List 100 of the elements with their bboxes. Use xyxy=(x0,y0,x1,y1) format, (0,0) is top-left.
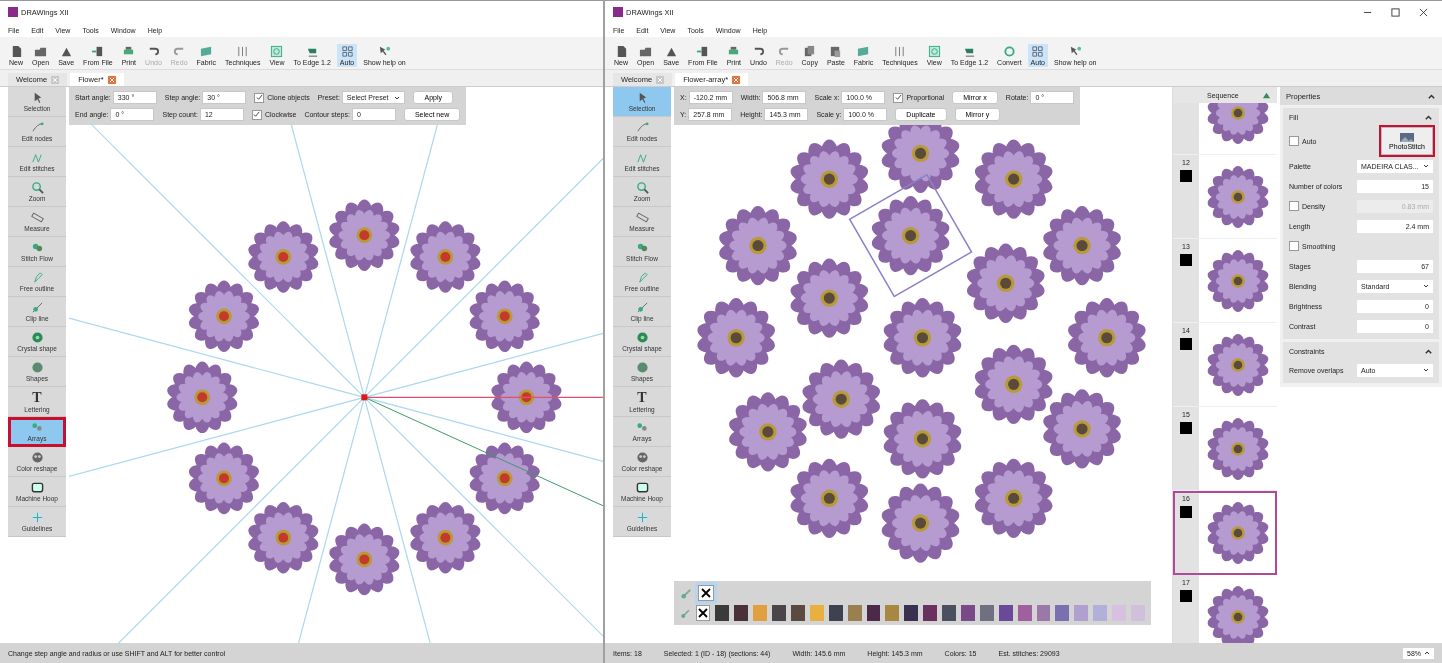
flower-drawing xyxy=(1207,103,1269,144)
save-icon xyxy=(59,45,73,58)
paste-icon xyxy=(829,45,843,58)
import-icon xyxy=(91,45,105,58)
crystal-icon xyxy=(635,331,649,344)
color-swatch[interactable] xyxy=(979,605,994,621)
ruler-icon xyxy=(30,211,44,224)
dropdown-icon[interactable] xyxy=(394,94,401,101)
checkmark-icon xyxy=(894,94,902,101)
view-icon xyxy=(270,45,284,58)
auto-icon xyxy=(340,45,354,58)
hoop-icon xyxy=(30,481,44,494)
flow-icon xyxy=(635,241,649,254)
needle-icon xyxy=(680,586,693,600)
color-swatch[interactable] xyxy=(866,605,881,621)
guides-icon xyxy=(30,511,44,524)
clip-icon xyxy=(635,301,649,314)
zoom-icon xyxy=(635,181,649,194)
color-swatch[interactable] xyxy=(715,605,730,621)
color-swatch[interactable] xyxy=(809,605,824,621)
color-swatch[interactable] xyxy=(828,605,843,621)
stitch-icon xyxy=(893,45,907,58)
checkbox[interactable] xyxy=(1289,241,1299,251)
color-swatch[interactable] xyxy=(734,605,749,621)
hoop-icon xyxy=(635,481,649,494)
maximize-icon[interactable] xyxy=(1390,7,1400,17)
close-icon[interactable] xyxy=(1418,7,1428,17)
color-chip xyxy=(1180,590,1192,602)
flower-drawing xyxy=(1207,417,1269,480)
color-swatch[interactable] xyxy=(1055,605,1070,621)
color-swatch[interactable] xyxy=(998,605,1013,621)
color-swatch[interactable] xyxy=(1017,605,1032,621)
checkmark-icon xyxy=(255,94,263,101)
flower-drawing xyxy=(1207,249,1269,312)
auto-icon xyxy=(1031,45,1045,58)
checkbox[interactable] xyxy=(251,109,262,120)
selection-frame[interactable] xyxy=(848,173,973,298)
dropdown-icon[interactable] xyxy=(1423,163,1429,169)
redo-icon xyxy=(777,45,791,58)
color-swatch[interactable] xyxy=(753,605,768,621)
caret-icon[interactable] xyxy=(1424,650,1430,656)
import-icon xyxy=(696,45,710,58)
stitches-icon xyxy=(635,151,649,164)
checkmark-icon xyxy=(253,111,261,118)
flower-drawing xyxy=(1207,585,1269,643)
folder-icon xyxy=(639,45,653,58)
copy-icon xyxy=(803,45,817,58)
dropdown-icon[interactable] xyxy=(1423,367,1429,373)
center-point[interactable] xyxy=(361,394,368,401)
color-swatch[interactable] xyxy=(942,605,956,621)
color-chip xyxy=(1180,254,1192,266)
color-swatch[interactable] xyxy=(847,605,862,621)
color-swatch[interactable] xyxy=(923,605,938,621)
crystal-icon xyxy=(30,331,44,344)
help-cursor-icon xyxy=(377,45,391,58)
color-chip xyxy=(1180,338,1192,350)
color-chip xyxy=(1180,422,1192,434)
nodes-icon xyxy=(30,121,44,134)
array-icon xyxy=(30,421,44,434)
nodes-icon xyxy=(635,121,649,134)
flower-drawing xyxy=(248,221,319,293)
zoom-icon xyxy=(30,181,44,194)
stitches-icon xyxy=(30,151,44,164)
ruler-icon xyxy=(635,211,649,224)
lettering-glyph: T xyxy=(637,390,647,405)
shape-icon xyxy=(30,361,44,374)
redo-icon xyxy=(172,45,186,58)
no-color-swatch[interactable] xyxy=(698,585,714,601)
color-swatch[interactable] xyxy=(1093,605,1108,621)
flow-icon xyxy=(30,241,44,254)
color-swatch[interactable] xyxy=(772,605,786,621)
color-swatch[interactable] xyxy=(1036,605,1051,621)
color-swatch[interactable] xyxy=(961,605,975,621)
checkbox[interactable] xyxy=(1289,136,1299,146)
app-icon xyxy=(8,7,18,17)
cross-icon xyxy=(698,608,709,618)
dropdown-icon[interactable] xyxy=(1423,283,1429,289)
flower-drawing xyxy=(410,221,481,293)
convert-icon xyxy=(1002,45,1016,58)
fabric-icon xyxy=(199,45,213,58)
help-cursor-icon xyxy=(1068,45,1082,58)
color-swatch[interactable] xyxy=(791,605,805,621)
save-icon xyxy=(664,45,678,58)
color-wheel-icon xyxy=(30,451,44,464)
flower-drawing xyxy=(1207,165,1269,228)
color-chip xyxy=(1180,506,1192,518)
color-swatch[interactable] xyxy=(885,605,900,621)
no-color-swatch[interactable] xyxy=(696,605,711,621)
image-icon xyxy=(1400,132,1414,142)
folder-icon xyxy=(34,45,48,58)
checkbox[interactable] xyxy=(893,92,904,103)
array-icon xyxy=(635,421,649,434)
color-chip xyxy=(1180,170,1192,182)
clip-icon xyxy=(30,301,44,314)
stitch-icon xyxy=(236,45,250,58)
color-swatch[interactable] xyxy=(1074,605,1089,621)
checkbox[interactable] xyxy=(254,92,265,103)
color-swatch[interactable] xyxy=(904,605,919,621)
sort-icon[interactable] xyxy=(1262,90,1271,100)
checkbox[interactable] xyxy=(1289,201,1299,211)
